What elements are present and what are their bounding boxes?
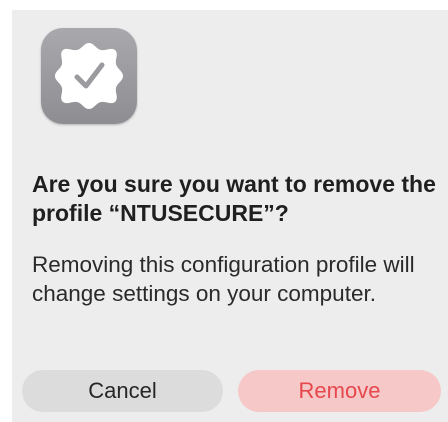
cancel-button[interactable]: Cancel: [22, 370, 223, 412]
remove-button[interactable]: Remove: [238, 370, 441, 412]
dialog-message: Removing this configuration profile will…: [32, 252, 415, 306]
dialog-title: Are you sure you want to remove the prof…: [32, 171, 436, 226]
badge-shape: [55, 43, 123, 109]
remove-profile-dialog: Are you sure you want to remove the prof…: [12, 10, 448, 422]
verified-badge-checkmark-icon: [41, 28, 137, 124]
